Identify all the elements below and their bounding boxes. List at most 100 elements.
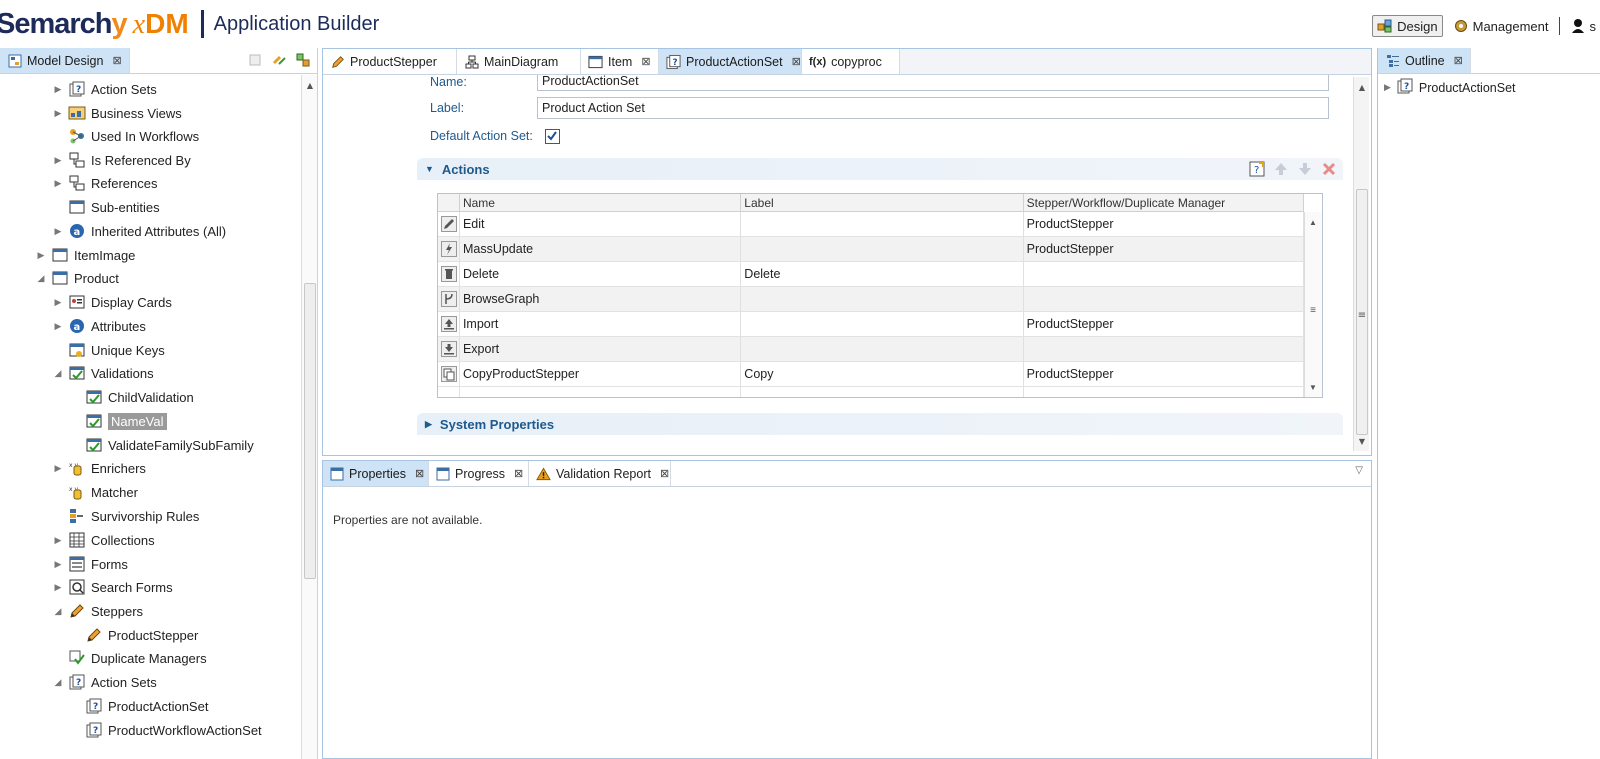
scroll-up-icon[interactable]: ▲: [1354, 79, 1370, 95]
collapsed-triangle-icon[interactable]: ▶: [52, 559, 64, 570]
tree-node[interactable]: ▶ Business Views: [52, 102, 182, 124]
add-action-icon[interactable]: ?: [1249, 161, 1265, 180]
tree-node[interactable]: ▶ References: [52, 172, 157, 194]
scroll-down-icon[interactable]: ▼: [1305, 379, 1321, 395]
tree-node[interactable]: ChildValidation: [69, 386, 194, 408]
tree-node[interactable]: Unique Keys: [52, 339, 165, 361]
user-menu[interactable]: s: [1566, 15, 1600, 37]
scroll-grip-icon[interactable]: ≡: [1305, 302, 1321, 318]
tree-node[interactable]: x y Matcher: [52, 481, 138, 503]
collapsed-triangle-icon[interactable]: ▶: [35, 250, 47, 261]
column-header-name[interactable]: Name: [460, 194, 742, 211]
model-tools-icon[interactable]: [295, 52, 311, 71]
collapsed-triangle-icon[interactable]: ▶: [1384, 82, 1391, 93]
delete-action-icon[interactable]: [1321, 161, 1337, 180]
scroll-down-icon[interactable]: ▼: [1354, 433, 1370, 449]
tree-scroll-thumb[interactable]: [304, 283, 316, 579]
table-row[interactable]: Export: [438, 337, 1304, 362]
cell-label[interactable]: [741, 212, 1024, 236]
expanded-triangle-icon[interactable]: ◢: [35, 273, 47, 284]
tree-scrollbar[interactable]: ▲: [301, 75, 317, 759]
collapsed-triangle-icon[interactable]: ▶: [52, 108, 64, 119]
cell-name[interactable]: BrowseGraph: [460, 287, 742, 311]
close-icon[interactable]: ⊠: [1454, 54, 1463, 67]
collapse-all-icon[interactable]: [247, 52, 263, 71]
tree-node[interactable]: ValidateFamilySubFamily: [69, 434, 254, 456]
tab-model-design[interactable]: Model Design ⊠: [0, 48, 130, 73]
table-scrollbar[interactable]: ▲ ≡ ▼: [1304, 212, 1322, 397]
tree-node[interactable]: ? ProductActionSet: [69, 695, 208, 717]
move-down-icon[interactable]: [1297, 161, 1313, 180]
tree-node[interactable]: ▶ Search Forms: [52, 576, 173, 598]
collapsed-triangle-icon[interactable]: ▶: [52, 297, 64, 308]
cell-name[interactable]: MassUpdate: [460, 237, 742, 261]
tree-node[interactable]: ▶ Forms: [52, 553, 128, 575]
label-input[interactable]: Product Action Set: [537, 97, 1329, 119]
table-empty-row[interactable]: [438, 387, 1304, 397]
cell-manager[interactable]: [1024, 287, 1304, 311]
collapsed-triangle-icon[interactable]: ▶: [52, 463, 64, 474]
scroll-up-icon[interactable]: ▲: [1305, 214, 1321, 230]
table-row[interactable]: CopyProductStepper Copy ProductStepper: [438, 362, 1304, 387]
close-icon[interactable]: ⊠: [112, 54, 121, 67]
tree-node[interactable]: ▶ Display Cards: [52, 291, 172, 313]
cell-manager[interactable]: ProductStepper: [1024, 237, 1304, 261]
link-editor-icon[interactable]: [271, 52, 287, 71]
tab-properties[interactable]: Properties ⊠: [323, 461, 429, 486]
cell-name[interactable]: Import: [460, 312, 742, 336]
table-row[interactable]: Edit ProductStepper: [438, 212, 1304, 237]
column-header-label[interactable]: Label: [741, 194, 1024, 211]
cell-manager[interactable]: [1024, 337, 1304, 361]
expanded-triangle-icon[interactable]: ◢: [52, 677, 64, 688]
collapsed-triangle-icon[interactable]: ▶: [52, 321, 64, 332]
tab-maindiagram[interactable]: MainDiagram: [457, 49, 581, 74]
editor-scrollbar[interactable]: ▲ ≡ ▼: [1353, 77, 1369, 451]
column-header-manager[interactable]: Stepper/Workflow/Duplicate Manager: [1024, 194, 1304, 211]
tree-node[interactable]: ▶ x y Enrichers: [52, 457, 146, 479]
cell-label[interactable]: Copy: [741, 362, 1024, 386]
perspective-design[interactable]: Design: [1372, 15, 1443, 37]
tree-node[interactable]: Sub-entities: [52, 196, 160, 218]
tree-node[interactable]: ◢ Product: [35, 267, 119, 289]
tree-node[interactable]: ▶ a Attributes: [52, 315, 146, 337]
tree-node[interactable]: ◢? Action Sets: [52, 671, 157, 693]
cell-label[interactable]: [741, 312, 1024, 336]
tree-node[interactable]: ◢ Validations: [52, 362, 154, 384]
scroll-up-icon[interactable]: ▲: [302, 77, 318, 93]
tree-node[interactable]: ◢ Steppers: [52, 600, 144, 622]
cell-manager[interactable]: [1024, 262, 1304, 286]
collapsed-triangle-icon[interactable]: ▶: [52, 535, 64, 546]
cell-name[interactable]: Edit: [460, 212, 742, 236]
table-row[interactable]: Import ProductStepper: [438, 312, 1304, 337]
close-icon[interactable]: ⊠: [792, 55, 801, 68]
tab-item[interactable]: Item ⊠: [581, 49, 659, 74]
close-icon[interactable]: ⊠: [415, 467, 424, 480]
tab-copyproc[interactable]: f(x) copyproc: [802, 49, 900, 74]
tree-node[interactable]: ▶ Collections: [52, 529, 155, 551]
cell-manager[interactable]: ProductStepper: [1024, 212, 1304, 236]
table-row[interactable]: MassUpdate ProductStepper: [438, 237, 1304, 262]
outline-tree-item[interactable]: ▶ ? ProductActionSet: [1384, 78, 1516, 97]
cell-name[interactable]: Export: [460, 337, 742, 361]
tree-node[interactable]: ▶ ItemImage: [35, 244, 136, 266]
tree-node[interactable]: NameVal: [69, 410, 167, 432]
collapsed-triangle-icon[interactable]: ▶: [52, 178, 64, 189]
minimize-view-icon[interactable]: ▽: [1355, 465, 1363, 476]
move-up-icon[interactable]: [1273, 161, 1289, 180]
cell-label[interactable]: [741, 337, 1024, 361]
collapsed-triangle-icon[interactable]: ▶: [52, 582, 64, 593]
tree-node[interactable]: Duplicate Managers: [52, 647, 207, 669]
tree-node[interactable]: ? ProductWorkflowActionSet: [69, 719, 262, 741]
name-input[interactable]: ProductActionSet: [537, 75, 1329, 91]
expanded-triangle-icon[interactable]: ◢: [52, 368, 64, 379]
cell-manager[interactable]: ProductStepper: [1024, 362, 1304, 386]
tree-node[interactable]: Survivorship Rules: [52, 505, 199, 527]
tree-node[interactable]: ▶? Action Sets: [52, 78, 157, 100]
cell-name[interactable]: CopyProductStepper: [460, 362, 742, 386]
cell-label[interactable]: Delete: [741, 262, 1024, 286]
scroll-grip-icon[interactable]: ≡: [1354, 307, 1370, 323]
tree-node[interactable]: ▶ a Inherited Attributes (All): [52, 220, 227, 242]
expanded-triangle-icon[interactable]: ◢: [52, 606, 64, 617]
tree-node[interactable]: Used In Workflows: [52, 125, 199, 147]
cell-label[interactable]: [741, 287, 1024, 311]
